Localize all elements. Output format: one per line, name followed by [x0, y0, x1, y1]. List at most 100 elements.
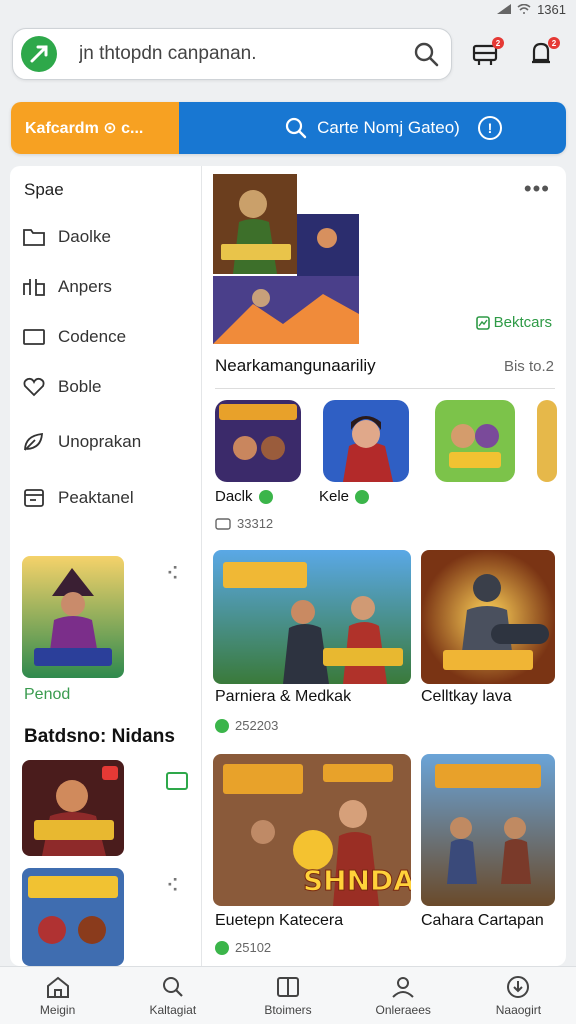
- sidebar-item-label: Anpers: [58, 277, 112, 296]
- search-icon[interactable]: [413, 41, 439, 67]
- game-tile-image: [421, 754, 555, 906]
- game-artwork-image: [22, 760, 124, 856]
- nav-home[interactable]: Meigin: [0, 967, 115, 1024]
- game-tile[interactable]: [421, 550, 555, 684]
- section-title: Nearkamangunaariliy: [215, 356, 376, 375]
- status-time: 1361: [537, 1, 566, 17]
- nav-label: Btoimers: [264, 1002, 312, 1017]
- game-card[interactable]: [22, 760, 124, 856]
- hero-artwork-image: [213, 174, 359, 344]
- game-icon-image: [215, 400, 301, 482]
- bottom-navigation: Meigin Kaltagiat Btoimers Onleraees Naao…: [0, 966, 576, 1024]
- tile-art-text: SHNDAK: [303, 864, 411, 897]
- search-icon: [286, 117, 307, 139]
- tile-meta: 25102: [215, 940, 271, 955]
- segment-right-label: Carte Nomj Gateo): [317, 118, 460, 137]
- more-options-icon[interactable]: ⠪: [166, 564, 180, 585]
- check-icon: [215, 718, 229, 733]
- notifications-button[interactable]: 2: [462, 31, 508, 77]
- download-icon: [507, 975, 530, 998]
- tile-title: Cahara Cartapan: [421, 912, 544, 929]
- sidebar-item-daolke[interactable]: Daolke: [22, 220, 192, 254]
- game-tile-image: [213, 550, 411, 684]
- hero-collage[interactable]: [213, 174, 359, 344]
- app-icon-third[interactable]: [435, 400, 515, 482]
- game-icon-image: [435, 400, 515, 482]
- app-icon-kele[interactable]: [323, 400, 409, 482]
- nav-profile[interactable]: Onleraees: [346, 967, 461, 1024]
- puzzle-icon: [23, 279, 45, 296]
- game-artwork-image: [22, 868, 124, 966]
- app-name-label: Daclk: [215, 488, 253, 505]
- signal-icon: [497, 4, 512, 14]
- more-options-icon[interactable]: ⠪: [166, 876, 180, 897]
- app-icon-partial[interactable]: [537, 400, 557, 482]
- main-content: ••• Bektcars Nearkamangunaariliy Bis to.…: [203, 166, 566, 966]
- sidebar-item-label: Peaktanel: [58, 488, 134, 507]
- featured-game-card[interactable]: [22, 556, 124, 678]
- see-all-label: Bektcars: [493, 314, 552, 331]
- downloads-button[interactable]: 2: [518, 31, 564, 77]
- tag-icon: [215, 517, 231, 530]
- sidebar: Spae Daolke Anpers Codence Boble Unoprak…: [10, 166, 202, 966]
- app-icon-daclk[interactable]: [215, 400, 301, 482]
- divider: [215, 388, 555, 389]
- verified-icon: [258, 489, 273, 504]
- wifi-icon: [517, 4, 531, 14]
- nav-downloads[interactable]: Naaogirt: [461, 967, 576, 1024]
- tile-title: Celltkay lava: [421, 688, 512, 705]
- sidebar-item-unoprakan[interactable]: Unoprakan: [22, 425, 192, 459]
- game-tile[interactable]: [421, 754, 555, 906]
- search-bar[interactable]: jn thtopdn canpanan.: [12, 28, 452, 80]
- segment-right-tab[interactable]: Carte Nomj Gateo) !: [179, 102, 566, 154]
- more-options-icon[interactable]: •••: [524, 176, 550, 202]
- game-card[interactable]: [22, 868, 124, 966]
- sidebar-item-anpers[interactable]: Anpers: [22, 270, 192, 304]
- game-tile[interactable]: [213, 550, 411, 684]
- see-all-link[interactable]: Bektcars: [475, 314, 552, 331]
- apps-meta: 33312: [215, 516, 273, 531]
- sidebar-item-boble[interactable]: Boble: [22, 370, 192, 404]
- tile-meta: 252203: [215, 718, 278, 733]
- sidebar-item-label: Codence: [58, 327, 127, 346]
- game-artwork-image: [22, 556, 124, 678]
- info-icon[interactable]: !: [478, 116, 502, 140]
- card-icon: [24, 489, 44, 507]
- home-icon: [46, 976, 69, 998]
- sidebar-heading: Spae: [24, 180, 64, 199]
- sidebar-item-label: Boble: [58, 377, 102, 396]
- tile-title: Euetepn Katecera: [215, 912, 344, 929]
- status-bar: 1361: [0, 0, 576, 18]
- app-name-kele: Kele: [319, 488, 370, 505]
- content-panel: Spae Daolke Anpers Codence Boble Unoprak…: [10, 166, 566, 966]
- search-input[interactable]: jn thtopdn canpanan.: [79, 43, 413, 65]
- verified-icon: [355, 489, 370, 504]
- install-icon[interactable]: [166, 772, 188, 790]
- sidebar-item-peaktanel[interactable]: Peaktanel: [22, 481, 192, 515]
- chart-icon: [475, 315, 490, 330]
- app-name-daclk: Daclk: [215, 488, 273, 505]
- tag-icon: [215, 940, 229, 955]
- search-row: jn thtopdn canpanan. 2 2: [12, 26, 564, 82]
- nav-search[interactable]: Kaltagiat: [115, 967, 230, 1024]
- game-icon-image: [537, 400, 557, 482]
- person-icon: [392, 976, 414, 998]
- tile-meta-value: 25102: [235, 940, 272, 955]
- sidebar-section-title: Batdsno: Nidans: [24, 726, 175, 747]
- segment-left-label: Kafcardm ⊙ c...: [25, 120, 144, 137]
- sidebar-item-codence[interactable]: Codence: [22, 320, 192, 354]
- featured-label: Penod: [24, 686, 71, 703]
- app-name-label: Kele: [319, 488, 350, 505]
- sidebar-item-label: Daolke: [58, 227, 111, 246]
- segment-left-tab[interactable]: Kafcardm ⊙ c...: [11, 102, 179, 154]
- download-badge: 2: [548, 37, 560, 49]
- sidebar-item-label: Unoprakan: [58, 432, 142, 451]
- folder-icon: [23, 229, 45, 246]
- nav-label: Meigin: [39, 1002, 76, 1017]
- nav-label: Kaltagiat: [149, 1002, 197, 1017]
- leaf-icon: [24, 432, 43, 451]
- nav-library[interactable]: Btoimers: [230, 967, 345, 1024]
- game-icon-image: [323, 400, 409, 482]
- game-tile[interactable]: SHNDAK: [213, 754, 411, 906]
- section-count: Bis to.2: [503, 358, 554, 375]
